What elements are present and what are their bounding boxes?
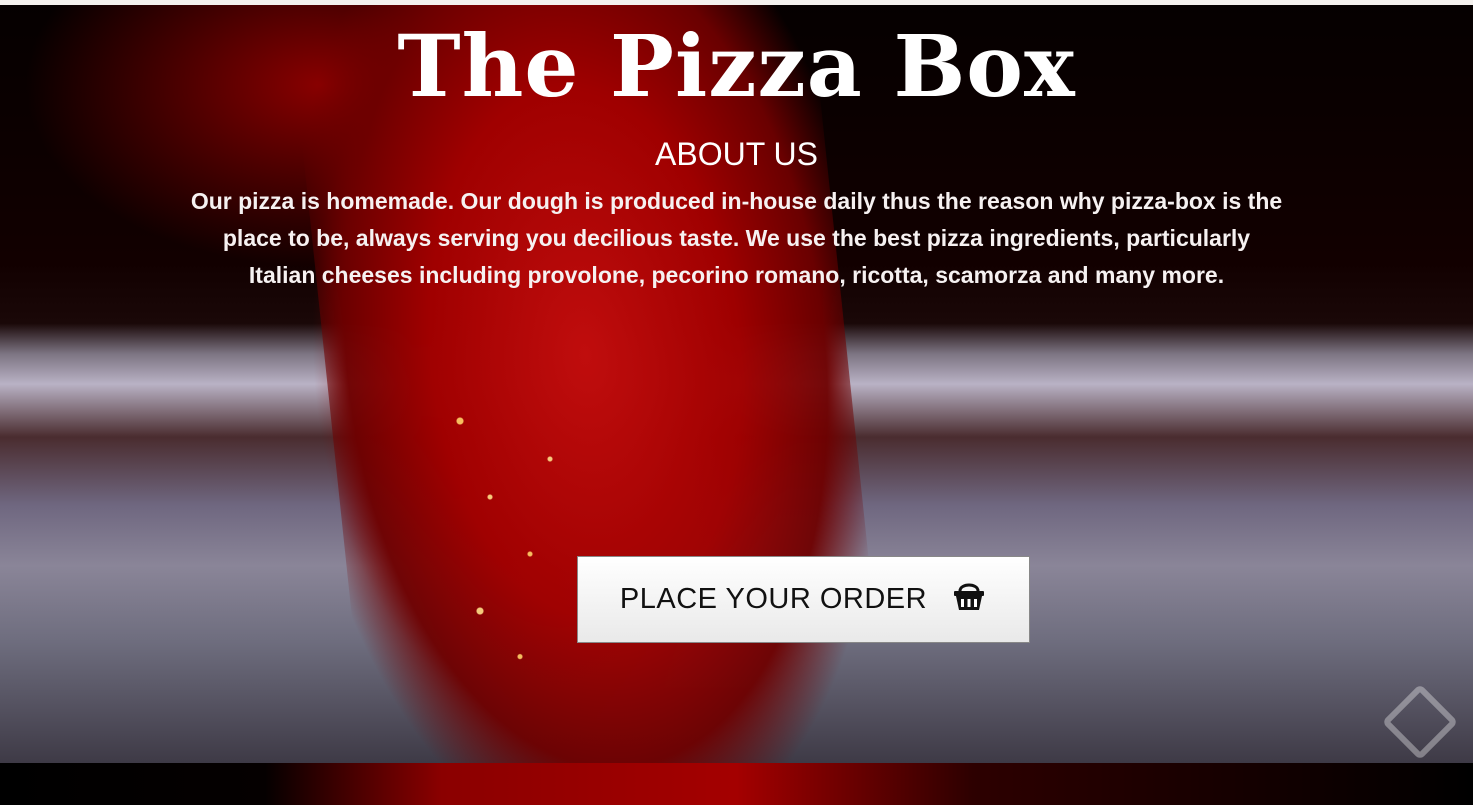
about-us-text: Our pizza is homemade. Our dough is prod… xyxy=(190,188,1283,288)
place-order-button[interactable]: PLACE YOUR ORDER xyxy=(577,556,1030,643)
basket-icon xyxy=(951,579,987,613)
hero-section: The Pizza Box ABOUT US Our pizza is home… xyxy=(0,5,1473,763)
about-us-heading: ABOUT US xyxy=(655,136,818,172)
next-section-preview xyxy=(0,763,1473,805)
place-order-label: PLACE YOUR ORDER xyxy=(619,583,928,615)
cheese-flecks-graphic xyxy=(420,345,620,725)
hero-content: The Pizza Box ABOUT US Our pizza is home… xyxy=(0,5,1473,294)
site-title: The Pizza Box xyxy=(397,17,1076,117)
